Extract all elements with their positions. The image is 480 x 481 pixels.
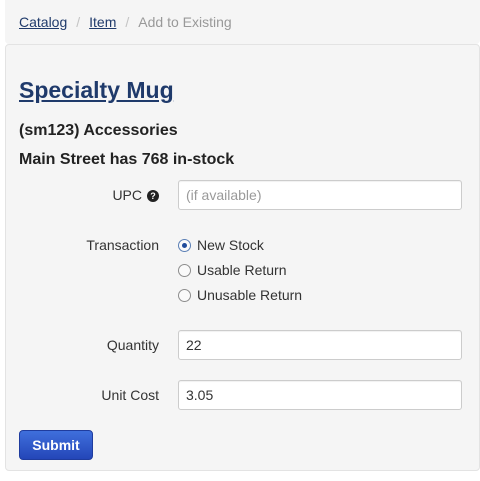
radio-option-new-stock[interactable]: New Stock	[178, 237, 264, 253]
radio-option-usable-return[interactable]: Usable Return	[178, 262, 287, 278]
transaction-label: Transaction	[86, 237, 159, 253]
breadcrumb-link-catalog[interactable]: Catalog	[19, 14, 67, 30]
unit-cost-label: Unit Cost	[101, 387, 159, 403]
upc-label: UPC?	[6, 187, 159, 203]
product-sku-category: (sm123) Accessories	[19, 122, 178, 139]
submit-button[interactable]: Submit	[19, 430, 93, 460]
radio-unusable-return[interactable]	[178, 288, 191, 302]
quantity-input[interactable]	[178, 330, 462, 360]
radio-label-new-stock: New Stock	[197, 237, 264, 253]
quantity-label: Quantity	[106, 337, 159, 353]
stock-summary: Main Street has 768 in-stock	[19, 151, 235, 168]
add-stock-panel: Specialty Mug (sm123) Accessories Main S…	[5, 44, 480, 471]
breadcrumb-current: Add to Existing	[138, 14, 232, 30]
radio-usable-return[interactable]	[178, 263, 191, 277]
radio-label-usable-return: Usable Return	[197, 262, 287, 278]
upc-input[interactable]	[178, 180, 462, 210]
radio-option-unusable-return[interactable]: Unusable Return	[178, 287, 302, 303]
breadcrumb-separator: /	[125, 14, 130, 30]
unit-cost-input[interactable]	[178, 380, 462, 410]
breadcrumb: Catalog / Item / Add to Existing	[5, 0, 480, 44]
radio-new-stock[interactable]	[178, 238, 191, 252]
breadcrumb-link-item[interactable]: Item	[89, 14, 116, 30]
upc-label-text: UPC	[112, 187, 142, 203]
radio-label-unusable-return: Unusable Return	[197, 287, 303, 303]
breadcrumb-separator: /	[76, 14, 81, 30]
product-title-link[interactable]: Specialty Mug	[19, 77, 174, 104]
question-circle-icon[interactable]: ?	[147, 190, 159, 202]
